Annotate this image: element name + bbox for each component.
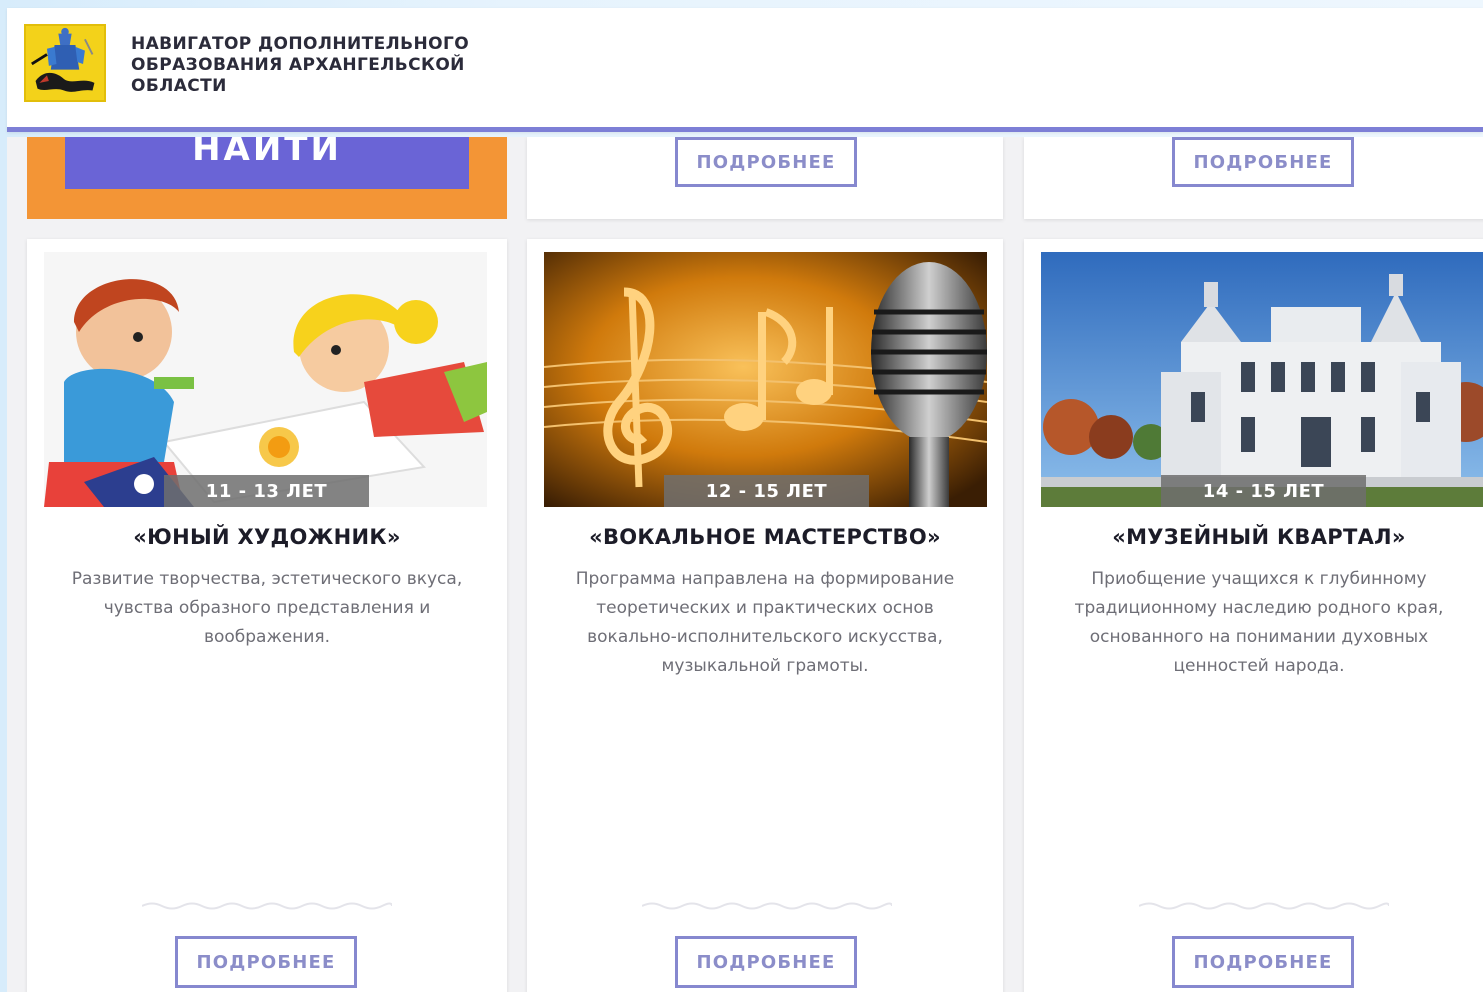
more-button[interactable]: ПОДРОБНЕЕ	[675, 137, 857, 187]
age-badge: 12 - 15 ЛЕТ	[664, 475, 869, 507]
more-button[interactable]: ПОДРОБНЕЕ	[175, 936, 357, 988]
program-card: 12 - 15 ЛЕТ «ВОКАЛЬНОЕ МАСТЕРСТВО» Прогр…	[527, 239, 1003, 992]
find-button[interactable]: НАЙТИ	[65, 137, 469, 189]
program-card-partial: ПОДРОБНЕЕ	[527, 137, 1003, 219]
program-card: 14 - 15 ЛЕТ «МУЗЕЙНЫЙ КВАРТАЛ» Приобщени…	[1024, 239, 1483, 992]
music-graphic	[544, 252, 987, 507]
program-card-partial: ПОДРОБНЕЕ	[1024, 137, 1483, 219]
search-panel: НАЙТИ	[27, 137, 507, 219]
program-title[interactable]: «ВОКАЛЬНОЕ МАСТЕРСТВО»	[527, 525, 1003, 549]
more-button[interactable]: ПОДРОБНЕЕ	[1172, 137, 1354, 187]
music-notes-microphone-image[interactable]: 12 - 15 ЛЕТ	[544, 252, 987, 507]
program-title[interactable]: «МУЗЕЙНЫЙ КВАРТАЛ»	[1024, 525, 1483, 549]
site-header: НАВИГАТОР ДОПОЛНИТЕЛЬНОГО ОБРАЗОВАНИЯ АР…	[7, 8, 1483, 132]
children-drawing-graphic	[44, 252, 487, 507]
more-button[interactable]: ПОДРОБНЕЕ	[675, 936, 857, 988]
divider	[142, 902, 392, 910]
mansion-graphic	[1041, 252, 1483, 507]
divider	[642, 902, 892, 910]
more-button[interactable]: ПОДРОБНЕЕ	[1172, 936, 1354, 988]
historic-mansion-image[interactable]: 14 - 15 ЛЕТ	[1041, 252, 1483, 507]
program-description: Программа направлена на формирование тео…	[575, 569, 955, 676]
divider	[1139, 902, 1389, 910]
children-drawing-image[interactable]: 11 - 13 ЛЕТ	[44, 252, 487, 507]
program-title[interactable]: «ЮНЫЙ ХУДОЖНИК»	[27, 525, 507, 549]
coat-of-arms-graphic	[26, 26, 104, 100]
program-description: Приобщение учащихся к глубинному традици…	[1074, 569, 1444, 676]
coat-of-arms-icon[interactable]	[24, 24, 106, 102]
age-badge: 14 - 15 ЛЕТ	[1161, 475, 1366, 507]
age-badge: 11 - 13 ЛЕТ	[164, 475, 369, 507]
program-description: Развитие творчества, эстетического вкуса…	[71, 569, 463, 647]
brand-title[interactable]: НАВИГАТОР ДОПОЛНИТЕЛЬНОГО ОБРАЗОВАНИЯ АР…	[131, 34, 511, 97]
program-catalog: НАЙТИ ПОДРОБНЕЕ ПОДРОБНЕЕ 11 - 13 ЛЕТ «Ю…	[7, 137, 1483, 992]
program-card: 11 - 13 ЛЕТ «ЮНЫЙ ХУДОЖНИК» Развитие тво…	[27, 239, 507, 992]
